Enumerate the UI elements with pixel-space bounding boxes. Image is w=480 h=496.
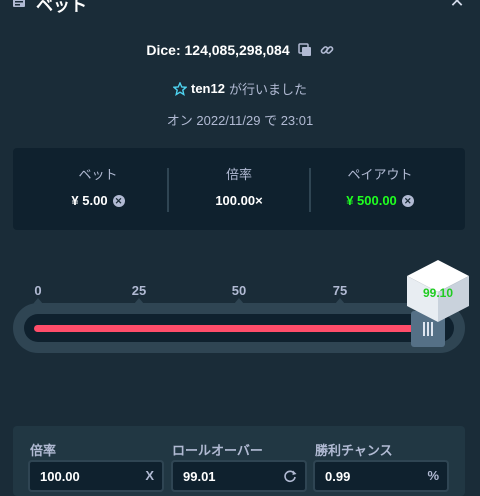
placed-by-suffix: が行いました [228, 82, 307, 97]
roll-over-field-label: ロールオーバー [172, 443, 263, 458]
placed-by-row: ten12 が行いました [0, 79, 480, 98]
stat-bet-value: ¥ 5.00 [71, 193, 108, 208]
stat-multiplier: 倍率 100.00× [164, 164, 314, 208]
slider-tick-label: 0 [34, 283, 42, 298]
stat-payout-label: ペイアウト [347, 167, 413, 182]
bet-slip-icon [13, 0, 25, 7]
win-chance-suffix: % [427, 468, 439, 483]
roll-over-field [171, 460, 307, 492]
copy-icon[interactable] [297, 43, 312, 57]
modal-title: ベット [36, 0, 87, 15]
close-icon[interactable]: ✕ [448, 0, 466, 10]
stat-payout: ペイアウト ¥ 500.00 ✕ [305, 164, 455, 208]
username-link[interactable]: ten12 [191, 81, 225, 96]
multiplier-field: X [28, 460, 164, 492]
multiplier-suffix: X [145, 468, 154, 483]
link-icon[interactable] [320, 43, 334, 57]
stat-multiplier-label: 倍率 [225, 167, 252, 182]
slider-lose-range [34, 325, 418, 332]
game-id-label: Dice: 124,085,298,084 [146, 42, 290, 58]
slider-tick-label: 25 [131, 283, 147, 298]
refresh-icon[interactable] [283, 469, 297, 483]
win-chance-field-label: 勝利チャンス [315, 443, 393, 458]
bet-stats-panel: ベット ¥ 5.00 ✕ 倍率 100.00× ペイアウト ¥ 500.00 ✕ [13, 148, 465, 230]
multiplier-input[interactable] [28, 460, 164, 492]
star-badge-icon [173, 81, 187, 96]
stat-bet: ベット ¥ 5.00 ✕ [23, 164, 173, 208]
result-value: 99.10 [422, 286, 454, 300]
slider-tick-label: 75 [332, 283, 348, 298]
win-chance-field: % [313, 460, 449, 492]
stat-payout-value: ¥ 500.00 [346, 193, 397, 208]
slider-tick-label: 50 [231, 283, 247, 298]
stat-bet-label: ベット [78, 167, 118, 182]
placed-at-date: オン 2022/11/29 で 23:01 [166, 113, 314, 128]
game-id-row: Dice: 124,085,298,084 [0, 40, 480, 60]
currency-coin-icon: ✕ [401, 194, 414, 207]
stat-multiplier-value: 100.00× [215, 193, 263, 208]
currency-coin-icon: ✕ [112, 194, 125, 207]
multiplier-field-label: 倍率 [30, 443, 57, 458]
